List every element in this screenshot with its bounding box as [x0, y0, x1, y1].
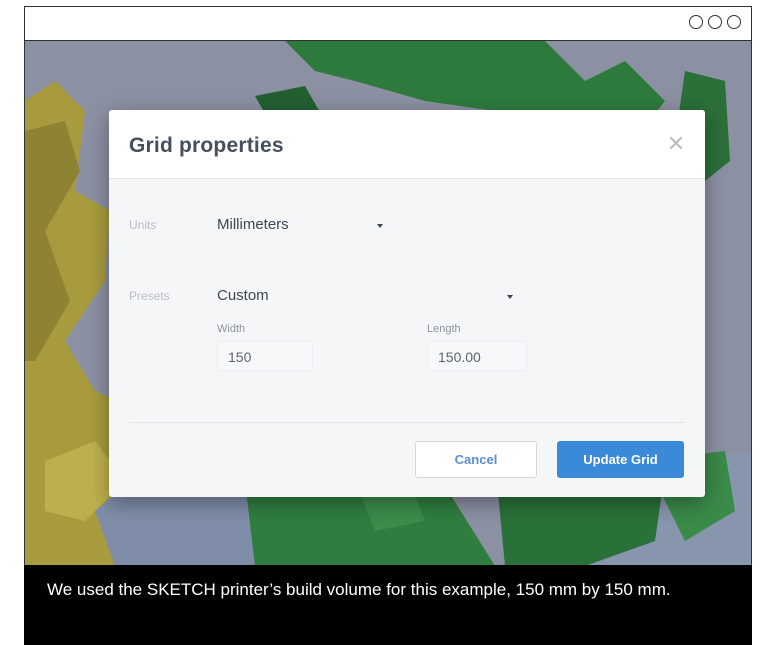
close-icon[interactable]: [669, 136, 683, 150]
window-titlebar: [25, 7, 751, 41]
figure-caption: We used the SKETCH printer’s build volum…: [24, 565, 752, 645]
dialog-header: Grid properties: [109, 110, 705, 179]
chevron-down-icon: [377, 224, 383, 228]
units-label: Units: [129, 218, 157, 232]
presets-select-value: Custom: [217, 287, 269, 304]
dialog-title: Grid properties: [129, 134, 284, 157]
units-select[interactable]: Millimeters: [217, 216, 387, 236]
length-label: Length: [427, 323, 461, 335]
grid-properties-dialog: Grid properties Units Millimeters Preset…: [109, 110, 705, 497]
update-grid-button[interactable]: Update Grid: [557, 441, 684, 478]
app-window: Grid properties Units Millimeters Preset…: [24, 6, 752, 645]
width-input[interactable]: 150: [217, 341, 313, 371]
presets-select[interactable]: Custom: [217, 287, 517, 307]
chevron-down-icon: [507, 295, 513, 299]
window-controls: [689, 15, 741, 29]
cancel-button[interactable]: Cancel: [415, 441, 537, 478]
3d-viewport[interactable]: Grid properties Units Millimeters Preset…: [25, 41, 751, 566]
presets-label: Presets: [129, 289, 170, 303]
length-input[interactable]: 150.00: [427, 341, 527, 371]
window-control-icon[interactable]: [689, 15, 703, 29]
width-label: Width: [217, 323, 246, 335]
dialog-divider: [129, 422, 685, 423]
window-control-icon[interactable]: [708, 15, 722, 29]
units-select-value: Millimeters: [217, 216, 289, 233]
window-control-icon[interactable]: [727, 15, 741, 29]
